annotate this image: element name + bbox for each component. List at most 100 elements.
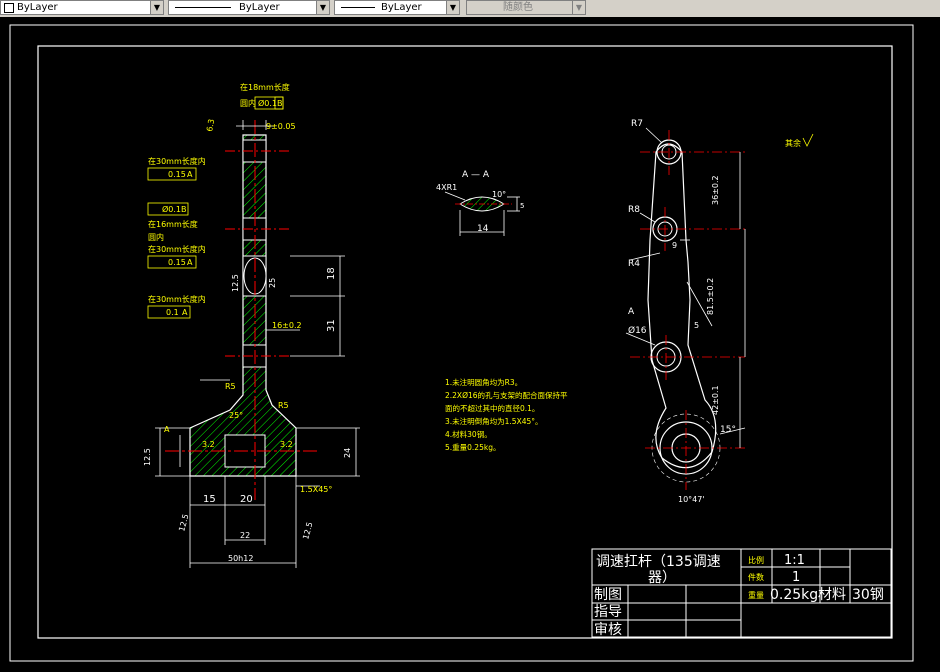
plotstyle-dropdown[interactable]: 随颜色 ▼ [466,0,586,15]
note-2: 2.2XØ16的孔与支架的配合面保持平 [445,390,568,400]
tol-30c-label: 在30mm长度内 [148,294,206,304]
linetype-value: ByLayer [239,2,280,13]
side-label-a: A [628,307,635,317]
tol-30a-label: 在30mm长度内 [148,156,206,166]
scale-value: 1:1 [784,553,805,568]
rough-32-b: 3.2 [280,440,293,449]
note-2b: 面的不超过其中的直径0.1。 [445,403,539,413]
dim-r5a: R5 [225,382,236,391]
color-swatch-icon [4,3,14,13]
material-label: 材料 [818,587,846,603]
weight-value: 0.25kg [770,587,818,603]
dim-15deg: 15° [720,425,736,435]
dim-16: 16±0.2 [272,321,302,330]
rough-63: 6.3 [205,118,216,132]
dim-125: 12.5 [231,274,240,292]
tol-top-ref: B [277,99,283,108]
dim-24: 24 [343,448,352,458]
datum-a: A [164,425,170,434]
dim-31: 31 [326,319,337,332]
tol-30b-ref: A [187,258,193,267]
tol-top-label2: 圆内 [240,98,256,108]
lineweight-preview-icon [341,7,375,8]
outer-frame [9,24,914,662]
tol-30b-label: 在30mm长度内 [148,244,206,254]
section-a-a-title: A — A [462,170,490,180]
drawing-canvas[interactable]: 在18mm长度 圆内 Ø0.1 B 9±0.05 在30mm长度内 0.15 A… [0,17,940,668]
title-line2: 器） [648,570,676,586]
dim-25deg: 25° [229,411,243,420]
dim-20: 20 [240,494,253,505]
dim-25: 25 [268,278,277,288]
dim-36: 36±0.2 [711,175,720,205]
tol-b-ref: B [181,205,187,214]
r4: R4 [628,259,640,269]
note-5: 5.重量0.25kg。 [445,443,500,452]
technical-notes: 1.未注明圆角均为R3。 2.2XØ16的孔与支架的配合面保持平 面的不超过其中… [445,377,568,452]
tol-30c-ref: A [182,308,188,317]
dim-42: 42±0.1 [711,385,720,415]
dim-chamfer: 1.5X45° [300,485,332,494]
plotstyle-value: 随颜色 [503,2,533,13]
tol-top-value: Ø0.1 [258,98,277,108]
properties-toolbar: ByLayer ▼ ByLayer ▼ ByLayer ▼ 随颜色 ▼ [0,0,940,18]
roughness-symbol-icon [802,133,814,147]
lineweight-dropdown[interactable]: ByLayer ▼ [334,0,460,15]
tol-b-value: Ø0.1 [162,204,181,214]
linetype-dropdown[interactable]: ByLayer ▼ [168,0,330,15]
tol-30a-value: 0.15 [168,170,186,179]
side-dim-5: 5 [694,321,699,330]
chevron-down-icon[interactable]: ▼ [446,1,459,14]
dim-125d: 12.5 [301,521,314,541]
sec-dim-angle: 10° [492,190,506,199]
side-dim-9: 9 [672,241,677,250]
color-value: ByLayer [17,2,58,13]
dim-125c: 12.5 [177,513,190,533]
lineweight-value: ByLayer [381,2,422,13]
note-3: 3.未注明倒角均为1.5X45°。 [445,416,543,426]
r7: R7 [631,119,643,129]
r8: R8 [628,205,640,215]
chevron-down-icon[interactable]: ▼ [316,1,329,14]
tol-16-label2: 圆内 [148,232,164,242]
note-1: 1.未注明圆角均为R3。 [445,377,522,387]
rough-32-a: 3.2 [202,440,215,449]
cad-drawing[interactable]: 在18mm长度 圆内 Ø0.1 B 9±0.05 在30mm长度内 0.15 A… [0,17,940,668]
sec-dim-r: 4XR1 [436,183,457,192]
title-line1: 调速扛杆（135调速 [596,554,721,570]
weight-label: 重量 [748,590,764,600]
phi16: Ø16 [628,325,647,336]
dim-125b: 12.5 [143,448,152,466]
scale-label: 比例 [748,555,764,565]
front-section-view: 在18mm长度 圆内 Ø0.1 B 9±0.05 在30mm长度内 0.15 A… [143,82,360,568]
tol-top-label: 在18mm长度 [240,82,290,92]
sec-dim-width: 14 [477,224,489,234]
linetype-preview-icon [175,7,231,8]
dim-50: 50h12 [228,554,253,563]
dim-815: 81.5±0.2 [706,278,715,315]
side-view: R7 R8 R4 Ø16 9 5 36±0.2 81.5±0.2 42±0.1 … [625,119,814,504]
dim-r5b: R5 [278,401,289,410]
color-dropdown[interactable]: ByLayer ▼ [0,0,164,15]
qty-value: 1 [792,570,800,585]
rough-note: 其余 [785,138,801,148]
dim-9: 9±0.05 [266,122,296,131]
dim-18: 18 [326,267,337,280]
drawn-label: 制图 [594,587,622,603]
chevron-down-icon[interactable]: ▼ [572,1,585,14]
lever-section-body [189,134,297,477]
note-4: 4.材料30钢。 [445,429,492,439]
tol-30c-value: 0.1 [166,308,179,317]
chevron-down-icon[interactable]: ▼ [150,1,163,14]
checked-label: 审核 [594,622,622,638]
title-block: 调速扛杆（135调速 器） 比例 1:1 件数 1 重量 0.25kg 材料 3… [591,548,892,638]
section-a-a: A — A 14 4XR1 10° 5 [436,170,524,236]
tol-30b-value: 0.15 [168,258,186,267]
guided-label: 指导 [594,604,622,620]
tol-30a-ref: A [187,170,193,179]
dim-22: 22 [240,531,250,540]
material-value: 30钢 [852,587,884,603]
sec-dim-small: 5 [520,202,524,210]
tol-16-label: 在16mm长度 [148,219,198,229]
dim-15: 15 [203,494,216,505]
